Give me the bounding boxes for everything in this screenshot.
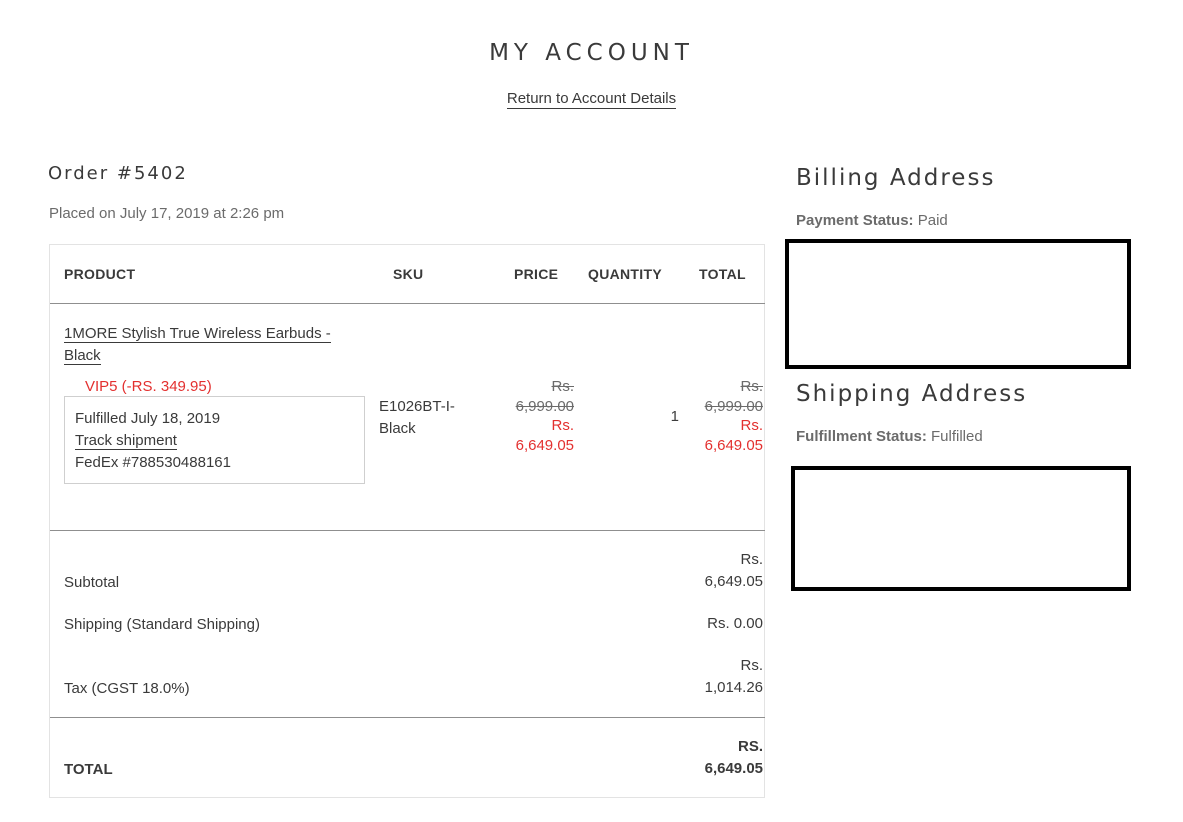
return-link-wrapper: Return to Account Details: [0, 90, 1183, 109]
line-total-cell: Rs. 6,999.00 Rs. 6,649.05: [653, 377, 763, 455]
fulfilled-date: Fulfilled July 18, 2019: [75, 410, 221, 427]
fulfillment-status-label: Fulfillment Status:: [796, 428, 927, 445]
fulfillment-box: Fulfilled July 18, 2019 Track shipment F…: [64, 396, 365, 484]
shipping-label: Shipping (Standard Shipping): [64, 616, 260, 633]
column-header-total: TOTAL: [699, 266, 746, 282]
original-price-currency: Rs.: [551, 378, 575, 395]
subtotal-value: Rs. 6,649.05: [653, 549, 763, 593]
original-total-currency: Rs.: [740, 378, 764, 395]
tracking-number: FedEx #788530488161: [75, 454, 231, 471]
column-header-price: PRICE: [514, 266, 559, 282]
product-name-line2[interactable]: Black: [64, 347, 101, 365]
discounted-total-currency: Rs.: [740, 417, 764, 434]
shipping-address-heading: Shipping Address: [796, 381, 1028, 407]
order-heading: Order #5402: [48, 163, 188, 184]
shipping-address-redacted: [791, 466, 1131, 591]
page-title: MY ACCOUNT: [489, 40, 694, 66]
grand-total-currency: RS.: [737, 738, 763, 755]
grand-total-amount: 6,649.05: [704, 760, 763, 777]
grand-total-label: TOTAL: [64, 761, 113, 778]
product-sku: E1026BT-I- Black: [379, 396, 469, 440]
discount-code: VIP5 (-RS. 349.95): [85, 378, 212, 395]
payment-status: Payment Status: Paid: [796, 212, 948, 229]
order-placed-date: Placed on July 17, 2019 at 2:26 pm: [49, 205, 285, 222]
subtotal-label: Subtotal: [64, 574, 120, 591]
payment-status-value: Paid: [917, 212, 948, 229]
tax-currency: Rs.: [740, 657, 764, 674]
order-table: PRODUCT SKU PRICE QUANTITY TOTAL 1MORE S…: [49, 244, 765, 798]
price-cell: Rs. 6,999.00 Rs. 6,649.05: [464, 377, 574, 455]
subtotal-amount: 6,649.05: [704, 573, 763, 590]
payment-status-label: Payment Status:: [796, 212, 914, 229]
original-price-amount: 6,999.00: [515, 397, 574, 415]
subtotal-currency: Rs.: [740, 551, 764, 568]
grand-total-value: RS. 6,649.05: [653, 736, 763, 780]
product-name-line1[interactable]: 1MORE Stylish True Wireless Earbuds -: [64, 325, 331, 343]
items-divider: [50, 530, 765, 531]
column-header-quantity: QUANTITY: [588, 266, 662, 282]
discounted-total-amount: 6,649.05: [704, 436, 763, 454]
return-to-account-link[interactable]: Return to Account Details: [506, 90, 677, 109]
track-shipment-link[interactable]: Track shipment: [75, 432, 177, 450]
tax-amount: 1,014.26: [704, 679, 763, 696]
billing-address-heading: Billing Address: [796, 165, 996, 191]
tax-label: Tax (CGST 18.0%): [64, 680, 190, 697]
tax-value: Rs. 1,014.26: [653, 655, 763, 699]
fulfillment-status-value: Fulfilled: [931, 428, 983, 445]
sku-line2: Black: [379, 420, 416, 437]
summary-divider: [50, 717, 765, 718]
column-header-sku: SKU: [393, 266, 424, 282]
fulfillment-status: Fulfillment Status: Fulfilled: [796, 428, 983, 445]
billing-address-redacted: [785, 239, 1131, 369]
header-divider: [50, 303, 765, 304]
original-total-amount: 6,999.00: [704, 397, 763, 415]
column-header-product: PRODUCT: [64, 266, 136, 282]
shipping-value: Rs. 0.00: [707, 615, 763, 632]
sku-line1: E1026BT-I-: [379, 398, 455, 415]
product-name-link[interactable]: 1MORE Stylish True Wireless Earbuds - Bl…: [64, 323, 354, 367]
discounted-price-amount: 6,649.05: [515, 436, 574, 454]
discounted-price-currency: Rs.: [551, 417, 575, 434]
